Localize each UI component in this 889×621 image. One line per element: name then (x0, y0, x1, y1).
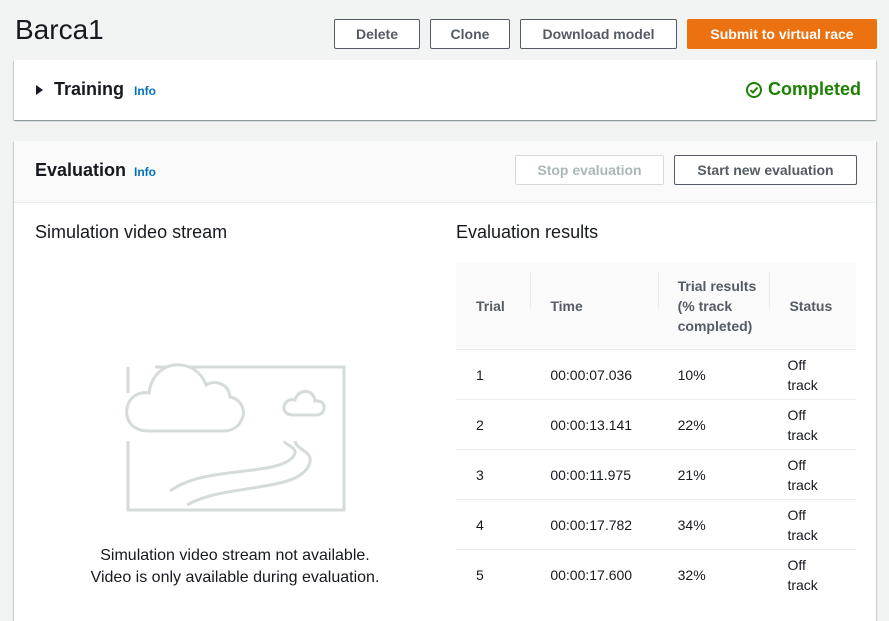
table-row: 5 00:00:17.600 32% Off track (456, 549, 856, 599)
column-header-trial-results[interactable]: Trial results (% track completed) (657, 262, 770, 350)
clone-button[interactable]: Clone (430, 19, 510, 49)
trial-cell: 4 (456, 499, 531, 550)
training-status-label: Completed (767, 79, 861, 99)
column-header-time[interactable]: Time (530, 262, 658, 350)
expand-caret-icon[interactable] (36, 85, 43, 95)
time-cell: 00:00:07.036 (530, 349, 658, 400)
status-cell: Off track (769, 549, 856, 599)
result-cell: 10% (657, 349, 770, 400)
video-message-line1: Simulation video stream not available. (100, 547, 370, 564)
column-header-status[interactable]: Status (769, 262, 856, 350)
time-cell: 00:00:17.782 (530, 499, 658, 550)
result-cell: 32% (657, 549, 770, 599)
evaluation-panel: Evaluation Info Stop evaluation Start ne… (14, 141, 876, 621)
start-new-evaluation-button[interactable]: Start new evaluation (674, 155, 857, 185)
result-cell: 21% (657, 449, 770, 500)
time-cell: 00:00:17.600 (530, 549, 658, 599)
trial-cell: 3 (456, 449, 531, 500)
delete-button[interactable]: Delete (334, 19, 420, 49)
result-cell: 34% (657, 499, 770, 550)
submit-to-virtual-race-button[interactable]: Submit to virtual race (687, 19, 877, 49)
evaluation-results-table: Trial Time Trial results (% track comple… (456, 262, 856, 599)
table-row: 4 00:00:17.782 34% Off track (456, 499, 856, 550)
training-title[interactable]: Training (54, 79, 124, 100)
training-info-link[interactable]: Info (134, 84, 156, 98)
status-cell: Off track (769, 499, 856, 550)
time-cell: 00:00:11.975 (530, 449, 658, 500)
status-cell: Off track (769, 449, 856, 500)
table-row: 1 00:00:07.036 10% Off track (456, 349, 856, 400)
training-panel: Training Info Completed (14, 60, 876, 120)
video-placeholder-icon (125, 363, 346, 512)
column-header-trial[interactable]: Trial (456, 262, 531, 350)
table-row: 3 00:00:11.975 21% Off track (456, 449, 856, 500)
evaluation-title: Evaluation (35, 160, 127, 180)
trial-cell: 2 (456, 399, 531, 450)
trial-cell: 5 (456, 549, 531, 599)
page-title: Barca1 (15, 14, 104, 45)
stop-evaluation-button[interactable]: Stop evaluation (515, 155, 664, 185)
evaluation-info-link[interactable]: Info (134, 165, 156, 179)
status-cell: Off track (769, 349, 856, 400)
table-row: 2 00:00:13.141 22% Off track (456, 399, 856, 450)
check-circle-icon (745, 81, 762, 98)
evaluation-results-heading: Evaluation results (456, 222, 599, 242)
video-message-line2: Video is only available during evaluatio… (90, 569, 380, 586)
download-model-button[interactable]: Download model (520, 19, 677, 49)
table-header-row: Trial Time Trial results (% track comple… (456, 262, 856, 350)
video-unavailable-message: Simulation video stream not available. V… (35, 545, 435, 589)
time-cell: 00:00:13.141 (530, 399, 658, 450)
evaluation-header: Evaluation Info Stop evaluation Start ne… (14, 141, 876, 203)
training-status: Completed (745, 79, 861, 100)
trial-cell: 1 (456, 349, 531, 400)
status-cell: Off track (769, 399, 856, 450)
result-cell: 22% (657, 399, 770, 450)
video-stream-heading: Simulation video stream (35, 222, 228, 242)
